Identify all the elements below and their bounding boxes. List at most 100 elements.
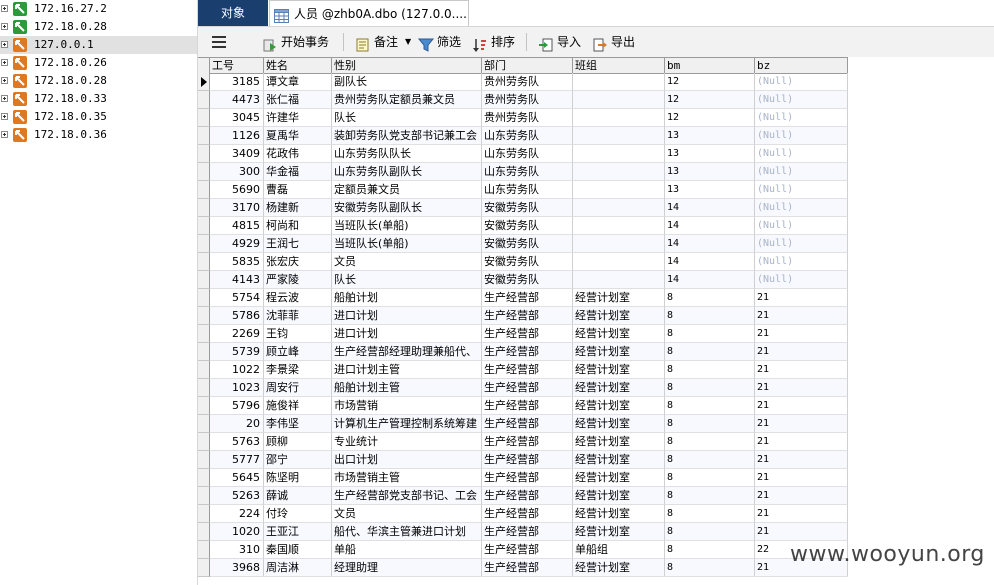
table-cell[interactable]: 张仁福 <box>264 91 332 109</box>
table-row[interactable]: 310 秦国顺 单船 生产经营部 单船组 8 22 <box>198 541 848 559</box>
table-cell[interactable]: 山东劳务队副队长 <box>332 163 482 181</box>
import-button[interactable]: 导入 <box>538 27 586 57</box>
table-cell[interactable]: 4473 <box>210 91 264 109</box>
table-cell[interactable]: 21 <box>755 289 848 307</box>
column-header[interactable]: 性别 <box>332 58 482 73</box>
table-row[interactable]: 4143 严家陵 队长 安徽劳务队 14 (Null) <box>198 271 848 289</box>
table-cell[interactable]: 秦国顺 <box>264 541 332 559</box>
column-header[interactable]: 班组 <box>573 58 665 73</box>
table-cell[interactable]: (Null) <box>755 109 848 127</box>
table-cell[interactable]: 3170 <box>210 199 264 217</box>
table-cell[interactable]: 12 <box>665 109 755 127</box>
table-cell[interactable]: 5690 <box>210 181 264 199</box>
table-cell[interactable]: 5796 <box>210 397 264 415</box>
table-row[interactable]: 2269 王钧 进口计划 生产经营部 经营计划室 8 21 <box>198 325 848 343</box>
table-cell[interactable]: 14 <box>665 253 755 271</box>
table-cell[interactable] <box>573 109 665 127</box>
table-cell[interactable]: 经营计划室 <box>573 325 665 343</box>
row-selector[interactable] <box>198 91 210 109</box>
table-cell[interactable]: 21 <box>755 325 848 343</box>
table-cell[interactable] <box>573 253 665 271</box>
table-cell[interactable]: 船舶计划主管 <box>332 379 482 397</box>
expand-icon[interactable] <box>1 23 8 30</box>
table-cell[interactable]: 20 <box>210 415 264 433</box>
table-row[interactable]: 4815 柯尚和 当班队长(单船) 安徽劳务队 14 (Null) <box>198 217 848 235</box>
table-cell[interactable]: 经营计划室 <box>573 361 665 379</box>
table-cell[interactable]: 8 <box>665 433 755 451</box>
tree-item-connection[interactable]: 172.18.0.26 <box>0 54 197 72</box>
table-cell[interactable]: 柯尚和 <box>264 217 332 235</box>
table-cell[interactable]: 5777 <box>210 451 264 469</box>
table-cell[interactable]: 310 <box>210 541 264 559</box>
table-row[interactable]: 5796 施俊祥 市场营销 生产经营部 经营计划室 8 21 <box>198 397 848 415</box>
expand-icon[interactable] <box>1 41 8 48</box>
table-cell[interactable]: 12 <box>665 73 755 91</box>
table-cell[interactable]: 定额员兼文员 <box>332 181 482 199</box>
table-cell[interactable]: 3968 <box>210 559 264 577</box>
table-row[interactable]: 224 付玲 文员 生产经营部 经营计划室 8 21 <box>198 505 848 523</box>
table-cell[interactable]: 文员 <box>332 505 482 523</box>
table-cell[interactable]: 5763 <box>210 433 264 451</box>
row-selector[interactable] <box>198 163 210 181</box>
table-cell[interactable]: (Null) <box>755 145 848 163</box>
expand-icon[interactable] <box>1 59 8 66</box>
table-row[interactable]: 5263 薛诚 生产经营部党支部书记、工会 生产经营部 经营计划室 8 21 <box>198 487 848 505</box>
table-cell[interactable]: 经理助理 <box>332 559 482 577</box>
table-cell[interactable]: 经营计划室 <box>573 451 665 469</box>
table-cell[interactable]: 8 <box>665 343 755 361</box>
table-cell[interactable]: 华金福 <box>264 163 332 181</box>
table-cell[interactable]: (Null) <box>755 127 848 145</box>
table-cell[interactable]: 队长 <box>332 271 482 289</box>
table-cell[interactable]: 顾柳 <box>264 433 332 451</box>
table-cell[interactable]: 4929 <box>210 235 264 253</box>
expand-icon[interactable] <box>1 95 8 102</box>
table-cell[interactable]: 当班队长(单船) <box>332 235 482 253</box>
table-row[interactable]: 300 华金福 山东劳务队副队长 山东劳务队 13 (Null) <box>198 163 848 181</box>
row-selector[interactable] <box>198 343 210 361</box>
table-cell[interactable]: 13 <box>665 181 755 199</box>
table-cell[interactable]: (Null) <box>755 199 848 217</box>
row-selector[interactable] <box>198 379 210 397</box>
row-selector[interactable] <box>198 415 210 433</box>
table-cell[interactable]: 出口计划 <box>332 451 482 469</box>
table-cell[interactable]: 21 <box>755 307 848 325</box>
column-header[interactable]: 工号 <box>210 58 264 73</box>
table-cell[interactable]: 杨建新 <box>264 199 332 217</box>
table-cell[interactable]: 装卸劳务队党支部书记兼工会 <box>332 127 482 145</box>
table-cell[interactable]: (Null) <box>755 271 848 289</box>
table-cell[interactable]: 严家陵 <box>264 271 332 289</box>
table-cell[interactable]: 3045 <box>210 109 264 127</box>
table-cell[interactable]: 1022 <box>210 361 264 379</box>
row-selector[interactable] <box>198 559 210 577</box>
table-cell[interactable]: 生产经营部 <box>482 325 573 343</box>
table-row[interactable]: 5786 沈菲菲 进口计划 生产经营部 经营计划室 8 21 <box>198 307 848 325</box>
row-selector[interactable] <box>198 487 210 505</box>
table-row[interactable]: 5835 张宏庆 文员 安徽劳务队 14 (Null) <box>198 253 848 271</box>
table-cell[interactable]: 8 <box>665 451 755 469</box>
table-cell[interactable]: 山东劳务队 <box>482 145 573 163</box>
table-cell[interactable]: 224 <box>210 505 264 523</box>
table-cell[interactable]: 300 <box>210 163 264 181</box>
table-cell[interactable]: 生产经营部 <box>482 415 573 433</box>
table-cell[interactable]: 顾立峰 <box>264 343 332 361</box>
table-cell[interactable]: 8 <box>665 289 755 307</box>
table-cell[interactable]: 李景梁 <box>264 361 332 379</box>
table-row[interactable]: 5754 程云波 船舶计划 生产经营部 经营计划室 8 21 <box>198 289 848 307</box>
row-selector[interactable] <box>198 217 210 235</box>
menu-icon[interactable] <box>212 36 226 48</box>
tree-item-connection[interactable]: 172.18.0.33 <box>0 90 197 108</box>
table-cell[interactable]: 8 <box>665 361 755 379</box>
tree-item-connection[interactable]: 172.18.0.35 <box>0 108 197 126</box>
table-row[interactable]: 1126 夏禹华 装卸劳务队党支部书记兼工会 山东劳务队 13 (Null) <box>198 127 848 145</box>
table-cell[interactable]: 13 <box>665 127 755 145</box>
table-cell[interactable]: 副队长 <box>332 73 482 91</box>
table-cell[interactable]: 14 <box>665 271 755 289</box>
table-cell[interactable]: 生产经营部 <box>482 523 573 541</box>
table-row[interactable]: 5645 陈坚明 市场营销主管 生产经营部 经营计划室 8 21 <box>198 469 848 487</box>
table-cell[interactable]: 进口计划 <box>332 307 482 325</box>
column-header[interactable]: bm <box>665 58 755 73</box>
table-cell[interactable]: 5754 <box>210 289 264 307</box>
table-cell[interactable]: 8 <box>665 541 755 559</box>
row-selector[interactable] <box>198 289 210 307</box>
table-cell[interactable]: 5786 <box>210 307 264 325</box>
